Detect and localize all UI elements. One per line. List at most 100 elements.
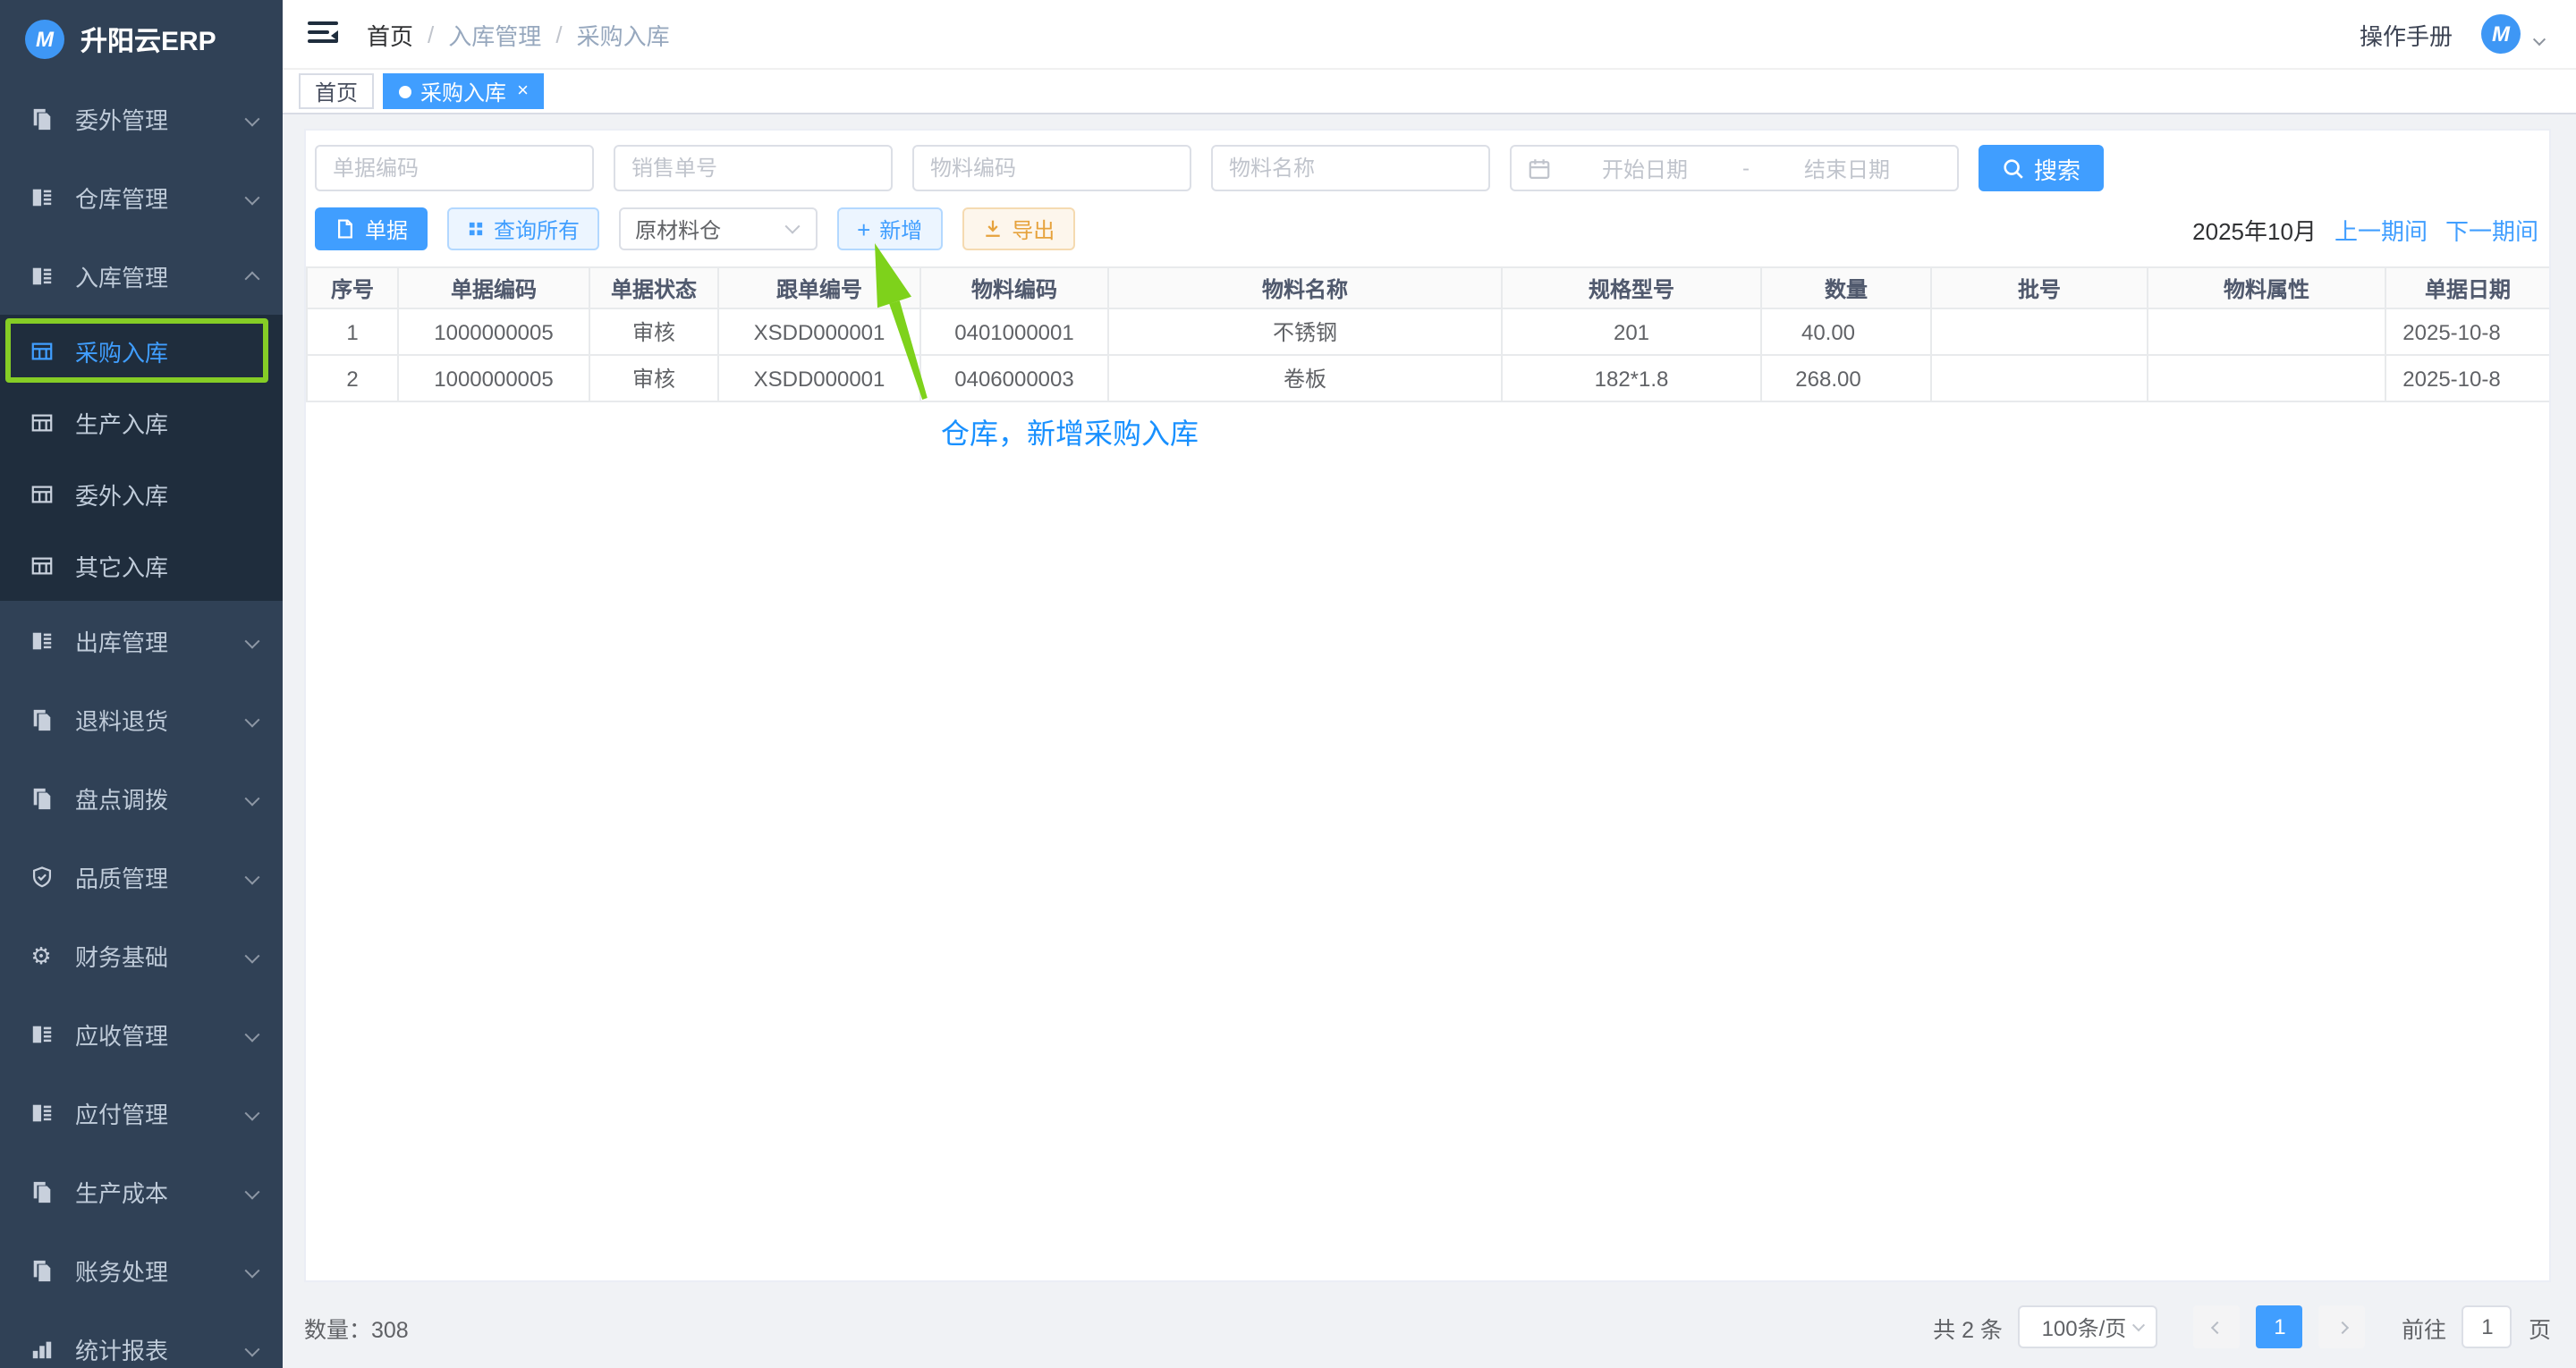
chevron-down-icon [247,1099,258,1126]
sidebar-item-returns[interactable]: 退料退货 [0,680,283,758]
sidebar-item-receivables[interactable]: 应收管理 [0,994,283,1073]
download-icon [981,218,1003,240]
chevron-down-icon [247,1335,258,1362]
cell-doc-no-link[interactable]: 1000000005 [398,355,589,401]
avatar[interactable]: M [2481,14,2521,54]
copy-icon [29,1178,54,1203]
chevron-up-icon [247,262,258,289]
sidebar-item-label: 财务基础 [75,938,247,972]
chevron-down-icon[interactable] [2535,27,2544,52]
tab-bar: 首页 采购入库 × [283,70,2576,114]
active-tab-dot [399,85,411,97]
warehouse-select[interactable]: 原材料仓 [619,207,818,250]
search-button[interactable]: 搜索 [1979,145,2104,191]
book-icon [29,628,54,653]
chevron-down-icon [247,1178,258,1204]
page-suffix-label: 页 [2529,1310,2551,1344]
sidebar-item-stocktake[interactable]: 盘点调拨 [0,758,283,837]
page-size-select[interactable]: 100条/页 [2019,1305,2158,1348]
material-name-input[interactable] [1211,145,1490,191]
chevron-down-icon [247,863,258,890]
brand-logo-icon: M [25,20,64,59]
tab-purchase-inbound[interactable]: 采购入库 × [383,73,545,109]
next-period-link[interactable]: 下一期间 [2445,212,2538,246]
chevron-right-icon [2336,1321,2349,1333]
date-range-separator: - [1739,156,1753,181]
add-button[interactable]: + 新增 [837,207,942,250]
col-doc-no: 单据编码 [398,267,589,308]
cell-qty: 40.00 [1761,308,1931,355]
document-button[interactable]: 单据 [315,207,428,250]
sidebar-item-other-inbound[interactable]: 其它入库 [0,529,283,601]
next-page-button[interactable] [2319,1305,2366,1348]
cell-spec: 201 [1502,308,1761,355]
prev-page-button[interactable] [2194,1305,2241,1348]
breadcrumb-inbound: 入库管理 [448,17,541,51]
doc-code-input[interactable] [315,145,594,191]
sidebar-item-label: 其它入库 [75,548,283,582]
goto-label: 前往 [2402,1310,2446,1344]
sidebar-item-outbound[interactable]: 出库管理 [0,601,283,680]
cell-attr [2148,308,2385,355]
sidebar-item-accounting[interactable]: 账务处理 [0,1230,283,1309]
material-code-input[interactable] [912,145,1191,191]
date-range-picker[interactable]: 开始日期 - 结束日期 [1510,145,1959,191]
export-button[interactable]: 导出 [962,207,1074,250]
chevron-down-icon [247,627,258,654]
table-header-row: 序号 单据编码 单据状态 跟单编号 物料编码 物料名称 规格型号 数量 批号 物… [307,267,2550,308]
sidebar-item-reports[interactable]: 统计报表 [0,1309,283,1368]
cell-status: 审核 [589,355,718,401]
sidebar-item-finance-base[interactable]: ⚙ 财务基础 [0,916,283,994]
cell-doc-no-link[interactable]: 1000000005 [398,308,589,355]
navbar-right: 操作手册 M [2360,14,2544,54]
copy-icon [29,706,54,731]
sidebar-item-payables[interactable]: 应付管理 [0,1073,283,1152]
cell-spec: 182*1.8 [1502,355,1761,401]
period-label: 2025年10月 [2192,212,2317,246]
table-icon [29,553,54,578]
cell-date: 2025-10-8 [2385,308,2550,355]
close-icon[interactable]: × [517,81,529,101]
breadcrumb-separator: / [555,21,562,47]
chart-icon [29,1336,54,1361]
sidebar-item-production-cost[interactable]: 生产成本 [0,1152,283,1230]
cell-batch [1931,355,2148,401]
table-row: 1 1000000005 审核 XSDD000001 0401000001 不锈… [307,308,2550,355]
content-area: 开始日期 - 结束日期 搜索 [283,114,2576,1368]
book-icon [29,184,54,209]
help-manual-link[interactable]: 操作手册 [2360,17,2453,51]
breadcrumb-home[interactable]: 首页 [367,17,413,51]
main-area: 首页 / 入库管理 / 采购入库 操作手册 M 首页 采购入库 × [283,0,2576,1368]
footer-bar: 数量：308 共 2 条 100条/页 1 前往 页 [304,1304,2551,1350]
query-all-button[interactable]: 查询所有 [447,207,599,250]
cell-follow-no: XSDD000001 [718,308,920,355]
sidebar-item-label: 委外管理 [75,101,247,135]
prev-period-link[interactable]: 上一期间 [2334,212,2428,246]
book-icon [29,1021,54,1046]
start-date-placeholder: 开始日期 [1551,153,1739,183]
sidebar-item-quality[interactable]: 品质管理 [0,837,283,916]
shield-icon [29,864,54,889]
sales-order-input[interactable] [614,145,893,191]
cell-material-name: 不锈钢 [1108,308,1502,355]
cell-material-code: 0406000003 [920,355,1108,401]
pagination: 共 2 条 100条/页 1 前往 页 [1933,1305,2551,1348]
book-icon [29,263,54,288]
cell-material-name: 卷板 [1108,355,1502,401]
col-seq: 序号 [307,267,398,308]
sidebar-item-inbound[interactable]: 入库管理 [0,236,283,315]
page-number-button[interactable]: 1 [2257,1305,2303,1348]
sidebar-item-production-inbound[interactable]: 生产入库 [0,386,283,458]
sidebar-item-outsourcing[interactable]: 委外管理 [0,79,283,157]
tab-home[interactable]: 首页 [299,73,374,109]
col-follow-no: 跟单编号 [718,267,920,308]
hamburger-icon[interactable] [308,21,338,46]
copy-icon [29,785,54,810]
goto-page-input[interactable] [2462,1305,2512,1348]
sidebar-item-label: 生产入库 [75,405,283,439]
sidebar-item-warehouse[interactable]: 仓库管理 [0,157,283,236]
sidebar-item-label: 盘点调拨 [75,781,247,815]
sidebar-item-outsourcing-inbound[interactable]: 委外入库 [0,458,283,529]
sidebar-item-purchase-inbound[interactable]: 采购入库 [0,315,283,386]
table-icon [29,410,54,435]
